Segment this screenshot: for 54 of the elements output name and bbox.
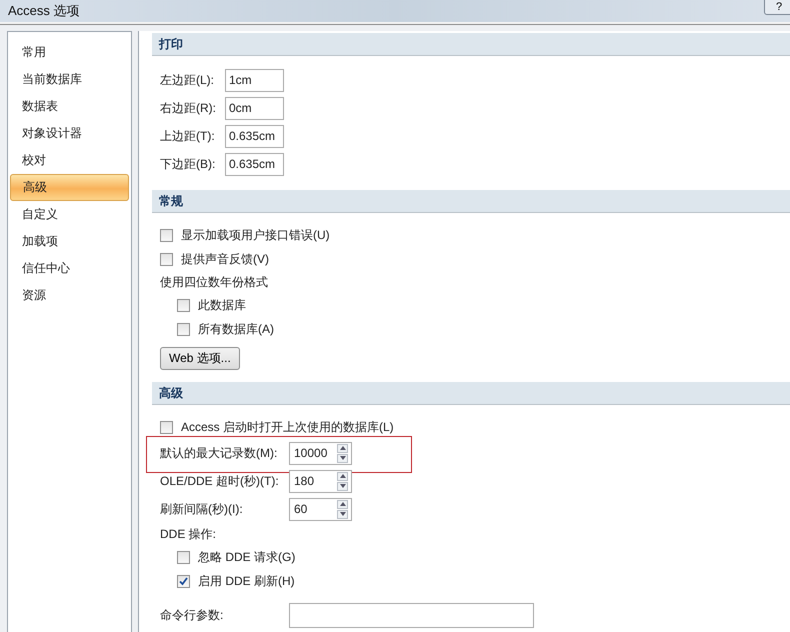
field-label: 右边距(R): xyxy=(160,100,217,116)
web-options-button[interactable]: Web 选项... xyxy=(160,347,240,370)
checkbox-label: 提供声音反馈(V) xyxy=(181,250,269,268)
field-label: 刷新间隔(秒)(I): xyxy=(160,500,244,518)
sidebar-item[interactable]: 常用 xyxy=(10,39,129,66)
checkbox-label: 忽略 DDE 请求(G) xyxy=(198,548,296,566)
sidebar-item[interactable]: 对象设计器 xyxy=(10,120,129,147)
spin-down-icon[interactable] xyxy=(337,482,348,490)
sidebar-item[interactable]: 数据表 xyxy=(10,93,129,120)
checkbox[interactable] xyxy=(177,574,190,588)
field-label: 默认的最大记录数(M): xyxy=(160,444,278,462)
group-label: 使用四位数年份格式 xyxy=(160,274,268,290)
group-label: DDE 操作: xyxy=(160,526,216,542)
checkbox[interactable] xyxy=(177,322,190,336)
sidebar-item[interactable]: 高级 xyxy=(10,174,129,201)
spin-up-icon[interactable] xyxy=(337,444,348,452)
field-label: 左边距(L): xyxy=(160,72,215,88)
checkbox[interactable] xyxy=(160,252,173,266)
checkbox[interactable] xyxy=(160,420,173,434)
input-field[interactable]: 0cm xyxy=(225,96,284,120)
input-field[interactable]: 0.635cm xyxy=(225,152,284,176)
checkbox-label: 显示加载项用户接口错误(U) xyxy=(181,226,330,244)
field-label: 上边距(T): xyxy=(160,128,216,144)
spin-field[interactable]: 60 xyxy=(289,498,352,520)
checkbox-label: Access 启动时打开上次使用的数据库(L) xyxy=(181,418,394,436)
spin-up-icon[interactable] xyxy=(337,500,348,508)
input-field[interactable] xyxy=(289,602,534,628)
spin-up-icon[interactable] xyxy=(337,472,348,480)
spin-down-icon[interactable] xyxy=(337,454,348,462)
window-title: Access 选项 xyxy=(8,2,80,20)
section-title: 打印 xyxy=(159,36,183,52)
field-label: 命令行参数: xyxy=(160,606,224,624)
spin-field[interactable]: 180 xyxy=(289,470,352,492)
spin-down-icon[interactable] xyxy=(337,510,348,518)
field-label: 下边距(B): xyxy=(160,156,216,172)
spin-field[interactable]: 10000 xyxy=(289,442,352,464)
checkbox[interactable] xyxy=(177,550,190,564)
checkbox-label: 此数据库 xyxy=(198,296,246,314)
sidebar-item[interactable]: 资源 xyxy=(10,282,129,309)
sidebar-item[interactable]: 自定义 xyxy=(10,201,129,228)
checkbox-label: 启用 DDE 刷新(H) xyxy=(198,572,295,590)
help-button[interactable]: ? xyxy=(764,0,790,15)
checkbox-label: 所有数据库(A) xyxy=(198,320,274,338)
section-title: 常规 xyxy=(159,192,183,210)
sidebar-item[interactable]: 加载项 xyxy=(10,228,129,255)
checkbox[interactable] xyxy=(160,228,173,242)
input-field[interactable]: 0.635cm xyxy=(225,124,284,148)
input-field[interactable]: 1cm xyxy=(225,68,284,92)
sidebar-item[interactable]: 校对 xyxy=(10,147,129,174)
sidebar-item[interactable]: 信任中心 xyxy=(10,255,129,282)
section-title: 高级 xyxy=(159,384,183,402)
field-label: OLE/DDE 超时(秒)(T): xyxy=(160,472,280,490)
checkbox[interactable] xyxy=(177,298,190,312)
sidebar-item[interactable]: 当前数据库 xyxy=(10,66,129,93)
